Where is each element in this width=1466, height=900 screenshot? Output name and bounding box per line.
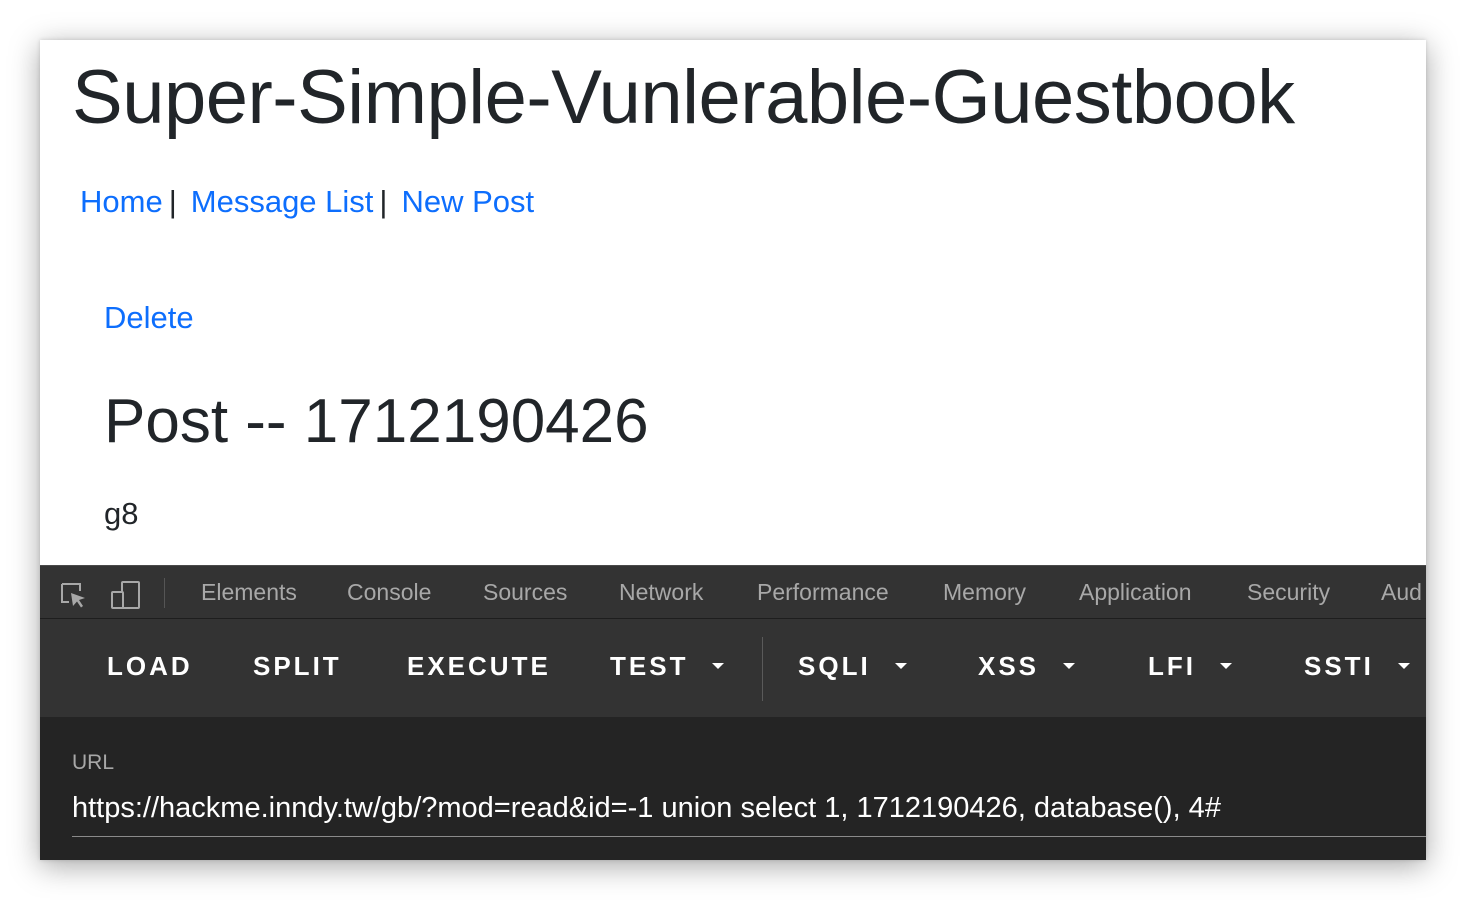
caret-down-icon xyxy=(712,663,725,670)
tab-sources[interactable]: Sources xyxy=(483,579,567,606)
xss-dropdown-button[interactable]: XSS xyxy=(978,651,1076,682)
load-button-label: LOAD xyxy=(107,651,193,681)
hackbar-toolbar: LOAD SPLIT EXECUTE TEST SQLI XSS LFI SST… xyxy=(40,619,1426,717)
tab-network[interactable]: Network xyxy=(619,579,703,606)
tab-performance[interactable]: Performance xyxy=(757,579,889,606)
test-dropdown-button[interactable]: TEST xyxy=(610,651,725,682)
nav-home-link[interactable]: Home xyxy=(80,184,163,219)
browser-window: Super-Simple-Vunlerable-Guestbook Home | M… xyxy=(40,40,1426,860)
caret-down-icon xyxy=(894,663,907,670)
caret-down-icon xyxy=(1063,663,1076,670)
devtools-divider xyxy=(164,578,165,608)
execute-button-label: EXECUTE xyxy=(407,651,551,681)
tab-memory[interactable]: Memory xyxy=(943,579,1026,606)
load-button[interactable]: LOAD xyxy=(107,651,193,682)
xss-button-label: XSS xyxy=(978,651,1040,681)
split-button-label: SPLIT xyxy=(253,651,342,681)
url-section: URL xyxy=(40,717,1426,860)
lfi-button-label: LFI xyxy=(1148,651,1196,681)
nav-separator: | xyxy=(168,184,177,219)
sqli-button-label: SQLI xyxy=(798,651,871,681)
nav-bar: Home | Message List | New Post xyxy=(80,184,534,220)
url-input[interactable] xyxy=(72,781,1426,837)
site-title: Super-Simple-Vunlerable-Guestbook xyxy=(72,55,1295,140)
toolbar-divider xyxy=(762,637,763,701)
inspect-element-icon[interactable] xyxy=(58,580,88,610)
ssti-button-label: SSTI xyxy=(1304,651,1374,681)
tab-audits[interactable]: Aud xyxy=(1381,579,1422,606)
caret-down-icon xyxy=(1220,663,1232,670)
tab-security[interactable]: Security xyxy=(1247,579,1330,606)
device-toolbar-icon[interactable] xyxy=(110,580,140,610)
post-title: Post -- 1712190426 xyxy=(104,387,649,456)
page-content: Super-Simple-Vunlerable-Guestbook Home | M… xyxy=(40,40,1426,565)
nav-message-list-link[interactable]: Message List xyxy=(191,184,374,219)
nav-new-post-link[interactable]: New Post xyxy=(401,184,534,219)
lfi-dropdown-button[interactable]: LFI xyxy=(1148,651,1232,682)
tab-elements[interactable]: Elements xyxy=(201,579,297,606)
ssti-dropdown-button[interactable]: SSTI xyxy=(1304,651,1410,682)
tab-console[interactable]: Console xyxy=(347,579,431,606)
tab-application[interactable]: Application xyxy=(1079,579,1192,606)
devtools-tab-bar: Elements Console Sources Network Perform… xyxy=(40,565,1426,619)
url-label: URL xyxy=(72,751,115,774)
nav-separator: | xyxy=(379,184,388,219)
post-body: g8 xyxy=(104,496,139,531)
test-button-label: TEST xyxy=(610,651,689,681)
delete-link[interactable]: Delete xyxy=(104,300,194,336)
split-button[interactable]: SPLIT xyxy=(253,651,342,682)
caret-down-icon xyxy=(1397,663,1410,670)
sqli-dropdown-button[interactable]: SQLI xyxy=(798,651,907,682)
execute-button[interactable]: EXECUTE xyxy=(407,651,551,682)
devtools-panel: Elements Console Sources Network Perform… xyxy=(40,565,1426,860)
